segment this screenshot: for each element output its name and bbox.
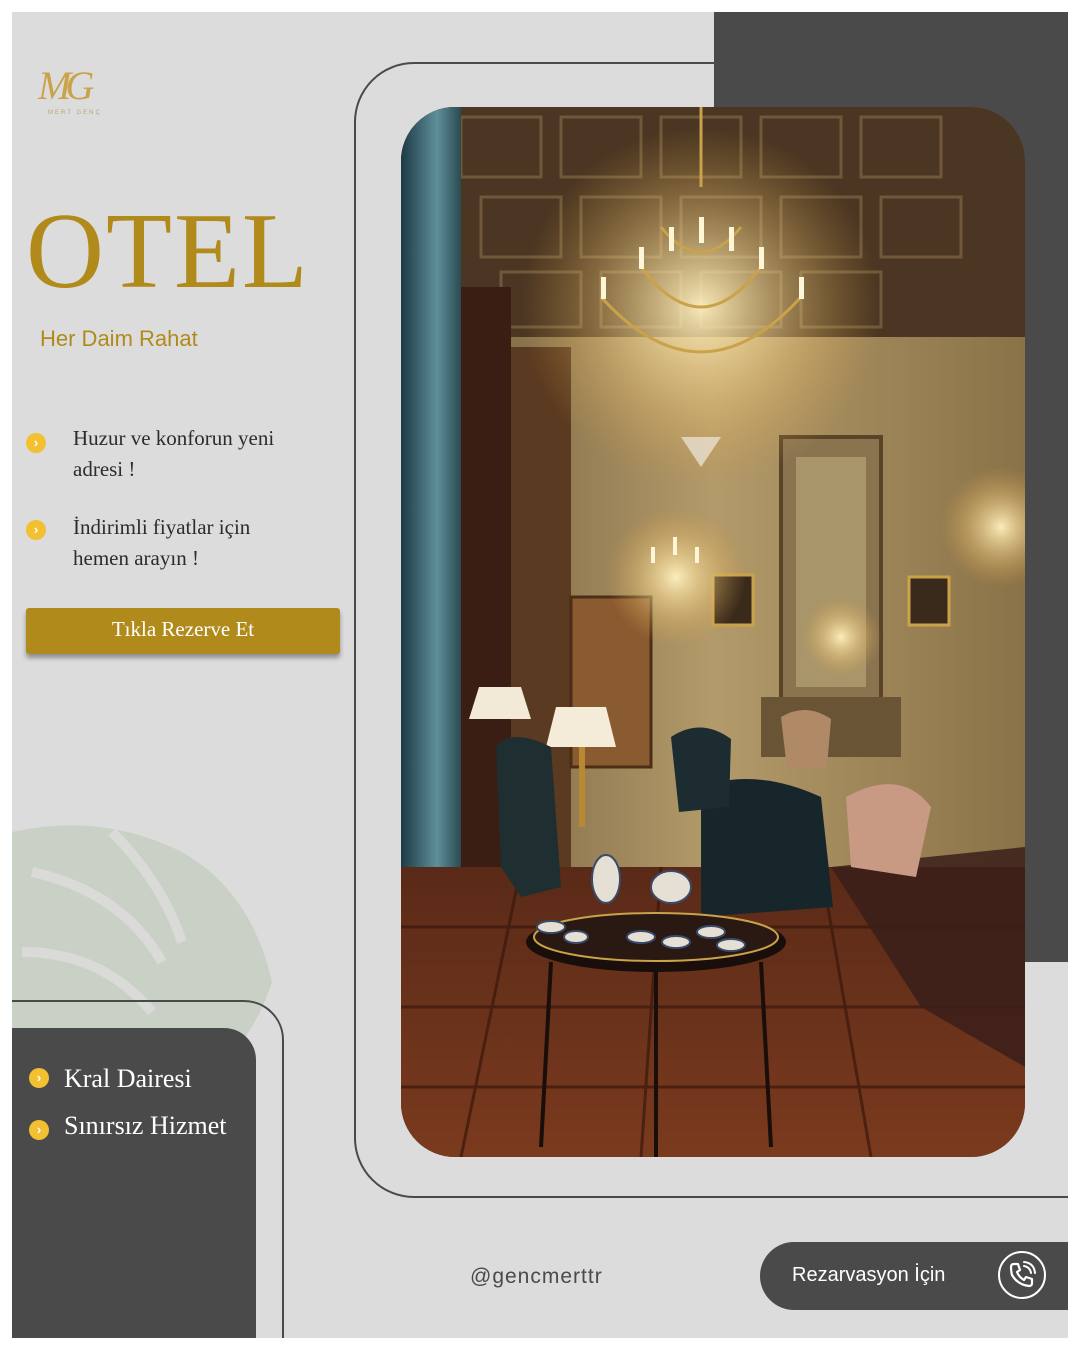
reservation-label: Rezarvasyon İçin bbox=[792, 1264, 946, 1286]
social-handle[interactable]: @gencmerttr bbox=[470, 1265, 603, 1289]
hero-subtitle: Her Daim Rahat bbox=[40, 326, 198, 351]
chevron-right-icon: › bbox=[26, 520, 46, 540]
chevron-right-icon: › bbox=[29, 1068, 49, 1088]
hotel-lobby-photo bbox=[401, 107, 1025, 1157]
chevron-right-icon: › bbox=[26, 433, 46, 453]
feature-line: Huzur ve konforun yeni bbox=[73, 426, 275, 450]
logo-subtext: MERT GENÇ bbox=[48, 110, 102, 116]
reservation-pill[interactable]: Rezarvasyon İçin bbox=[760, 1242, 1068, 1310]
logo-mark: MG bbox=[38, 63, 94, 108]
chevron-right-icon: › bbox=[29, 1120, 49, 1140]
poster: MG MERT GENÇ OTEL Her Daim Rahat › Huzur… bbox=[12, 12, 1068, 1338]
service-item-sinirsiz-hizmet: Sınırsız Hizmet bbox=[64, 1111, 227, 1140]
phone-button[interactable] bbox=[998, 1251, 1046, 1299]
feature-item: İndirimli fiyatlar için hemen arayın ! bbox=[73, 512, 343, 574]
hero-title: OTEL bbox=[26, 192, 310, 311]
phone-icon bbox=[1009, 1261, 1036, 1288]
service-item-kral-dairesi: Kral Dairesi bbox=[64, 1064, 192, 1093]
reserve-button[interactable]: Tıkla Rezerve Et bbox=[26, 608, 340, 654]
feature-item: Huzur ve konforun yeni adresi ! bbox=[73, 423, 343, 485]
feature-line: İndirimli fiyatlar için bbox=[73, 515, 251, 539]
feature-line: adresi ! bbox=[73, 457, 136, 481]
feature-line: hemen arayın ! bbox=[73, 546, 199, 570]
brand-logo: MG MERT GENÇ bbox=[38, 62, 118, 122]
